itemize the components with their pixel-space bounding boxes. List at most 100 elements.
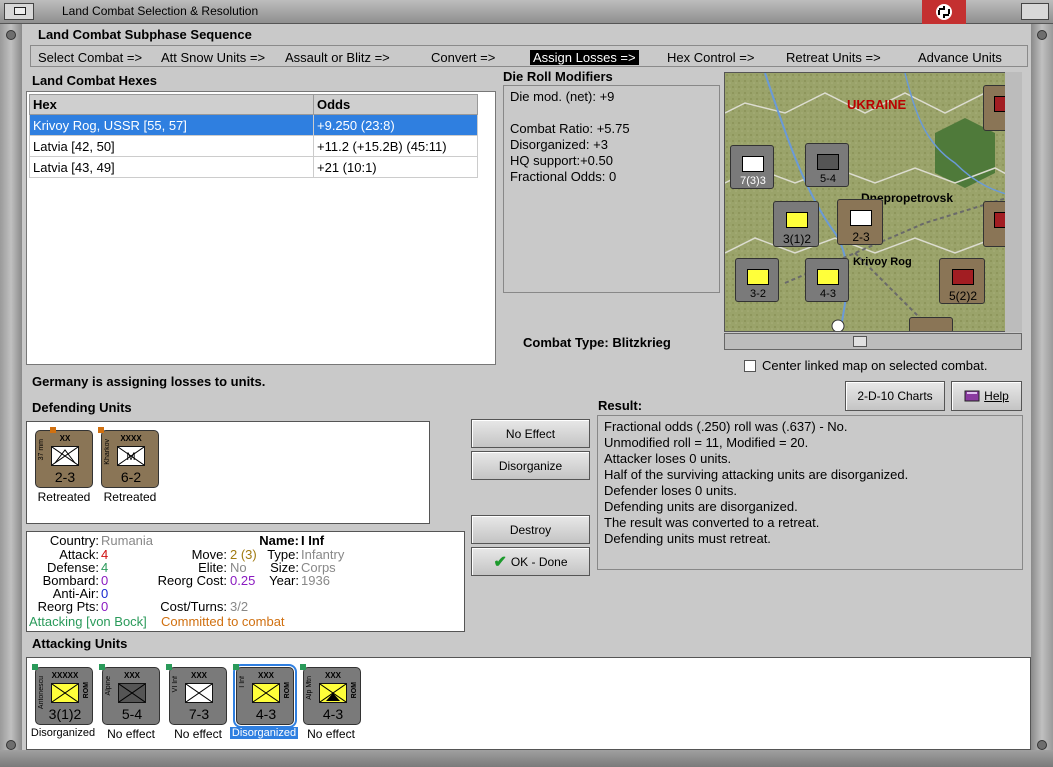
result-line: Fractional odds (.250) roll was (.637) -… [604, 419, 848, 434]
map-unit-counter[interactable] [909, 317, 953, 331]
unit-nation-label: ROM [83, 682, 90, 699]
unit-side-label: Kharkov [104, 439, 111, 465]
name-label: Name: [259, 533, 299, 548]
help-book-icon [964, 390, 980, 402]
help-button[interactable]: Help [951, 381, 1022, 411]
map-vertical-scrollbar[interactable] [1005, 72, 1022, 332]
step-assault-or-blitz[interactable]: Assault or Blitz => [285, 50, 390, 65]
unit-strength: 4-3 [322, 706, 344, 722]
map-unit-counter[interactable]: 2-3 [837, 199, 883, 245]
name-value: I Inf [301, 533, 325, 548]
destroy-button[interactable]: Destroy [471, 515, 590, 544]
unit-nation-label: ROM [351, 682, 358, 699]
map-unit-counter[interactable]: 7(3)3 [730, 145, 774, 189]
committed-text: Committed to combat [161, 614, 285, 629]
map-horizontal-scrollbar[interactable] [724, 333, 1022, 350]
unit-status: Disorganized [230, 727, 298, 739]
map-unit-counter[interactable]: 4-3 [805, 258, 849, 302]
country-label: Country: [49, 533, 99, 548]
ok-done-button[interactable]: ✔ OK - Done [471, 547, 590, 576]
die-mod-line: Die mod. (net): +9 [510, 89, 615, 104]
attacking-title: Attacking Units [32, 636, 128, 651]
reorg-pts-value: 0 [101, 599, 109, 614]
year-label: Year: [269, 573, 299, 588]
step-assign-losses[interactable]: Assign Losses => [530, 50, 639, 65]
linked-map[interactable]: UKRAINE Dnepropetrovsk Krivoy Rog 7(3)3 … [724, 72, 1022, 332]
hex-cell: Latvia [43, 49] [29, 156, 314, 178]
unit-marker-icon [50, 427, 56, 433]
window-title: Land Combat Selection & Resolution [62, 4, 259, 18]
destroy-label: Destroy [509, 522, 552, 537]
rivet-icon [1037, 30, 1047, 40]
step-convert[interactable]: Convert => [431, 50, 495, 65]
attacking-unit-counter[interactable]: XXXXX Antonescu ROM 3(1)2 [32, 664, 93, 725]
unit-status: No effect [307, 727, 355, 741]
table-row[interactable]: Latvia [43, 49] +21 (10:1) [29, 156, 478, 178]
step-select-combat[interactable]: Select Combat => [38, 50, 142, 65]
subphase-title: Land Combat Subphase Sequence [38, 27, 252, 42]
unit-status: Retreated [37, 490, 91, 504]
step-retreat-units[interactable]: Retreat Units => [786, 50, 881, 65]
combat-type: Combat Type: Blitzkrieg [523, 335, 671, 350]
table-row[interactable]: Latvia [42, 50] +11.2 (+15.2B) (45:11) [29, 135, 478, 157]
table-row[interactable]: Krivoy Rog, USSR [55, 57] +9.250 (23:8) [29, 114, 478, 136]
unit-marker-icon [99, 664, 105, 670]
map-unit-counter[interactable]: 3(1)2 [773, 201, 819, 247]
window-frame-bottom [0, 750, 1053, 767]
window-frame-left [0, 24, 22, 767]
cost-turns-label: Cost/Turns: [160, 599, 227, 614]
attacking-unit-counter[interactable]: XXX Alp Mtn ROM 4-3 [300, 664, 361, 725]
center-map-checkbox[interactable] [744, 360, 756, 372]
checkmark-icon: ✔ [493, 553, 507, 571]
map-unit-counter[interactable]: 3-2 [735, 258, 779, 302]
attacking-unit-counter[interactable]: XXX Alpine 5-4 [99, 664, 160, 725]
step-advance-units[interactable]: Advance Units [918, 50, 1002, 65]
unit-side-label: 37 mm [38, 439, 45, 461]
die-mod-line: Combat Ratio: +5.75 [510, 121, 630, 136]
rivet-icon [1037, 740, 1047, 750]
disorganize-button[interactable]: Disorganize [471, 451, 590, 480]
column-header-odds[interactable]: Odds [313, 94, 478, 115]
unit-info-panel: Country: Rumania Attack: 4 Defense: 4 Bo… [26, 531, 465, 632]
attacking-under-text: Attacking [von Bock] [29, 614, 147, 629]
unit-marker-icon [166, 664, 172, 670]
germany-flag-icon [922, 0, 966, 24]
odds-cell: +9.250 (23:8) [313, 114, 478, 136]
die-roll-panel: Die mod. (net): +9 Combat Ratio: +5.75 D… [503, 85, 720, 293]
map-region-label: UKRAINE [847, 97, 907, 112]
center-map-label: Center linked map on selected combat. [762, 358, 988, 373]
result-line: Attacker loses 0 units. [604, 451, 732, 466]
column-header-hex[interactable]: Hex [29, 94, 314, 115]
map-unit-counter[interactable]: 5(2)2 [939, 258, 985, 304]
combat-type-label: Combat Type: [523, 335, 609, 350]
odds-cell: +11.2 (+15.2B) (45:11) [313, 135, 478, 157]
unit-side-label: Alp Mtn [306, 676, 313, 700]
unit-status: Retreated [103, 490, 157, 504]
close-button[interactable] [1021, 3, 1049, 20]
unit-side-label: I Inf [239, 676, 246, 688]
map-city-label: Krivoy Rog [853, 256, 912, 268]
result-panel: Fractional odds (.250) roll was (.637) -… [597, 415, 1023, 570]
map-unit-counter[interactable]: 5-4 [805, 143, 849, 187]
unit-nation-label: ROM [284, 682, 291, 699]
attacking-unit-counter[interactable]: XXX I Inf ROM 4-3 [233, 664, 297, 728]
reorg-cost-label: Reorg Cost: [157, 573, 227, 588]
unit-strength: 4-3 [255, 706, 277, 722]
defending-unit-counter[interactable]: XXXX Kharkov M 6-2 [98, 427, 159, 488]
defending-title: Defending Units [32, 400, 132, 415]
result-line: Defending units are disorganized. [604, 499, 798, 514]
attacking-unit-counter[interactable]: XXX VI Inf 7-3 [166, 664, 227, 725]
no-effect-button[interactable]: No Effect [471, 419, 590, 448]
defending-unit-counter[interactable]: XX 37 mm 2-3 [35, 427, 93, 488]
unit-status: Disorganized [30, 727, 96, 739]
defending-units-panel: XX 37 mm 2-3 Retreated XXXX Kharkov M 6-… [26, 421, 430, 524]
unit-status: No effect [107, 727, 155, 741]
charts-button[interactable]: 2-D-10 Charts [845, 381, 945, 411]
result-line: Defending units must retreat. [604, 531, 771, 546]
step-hex-control[interactable]: Hex Control => [667, 50, 754, 65]
scroll-thumb[interactable] [853, 336, 867, 347]
window-frame-right [1031, 24, 1053, 767]
help-button-label: Help [984, 389, 1009, 403]
step-att-snow-units[interactable]: Att Snow Units => [161, 50, 265, 65]
result-line: The result was converted to a retreat. [604, 515, 820, 530]
